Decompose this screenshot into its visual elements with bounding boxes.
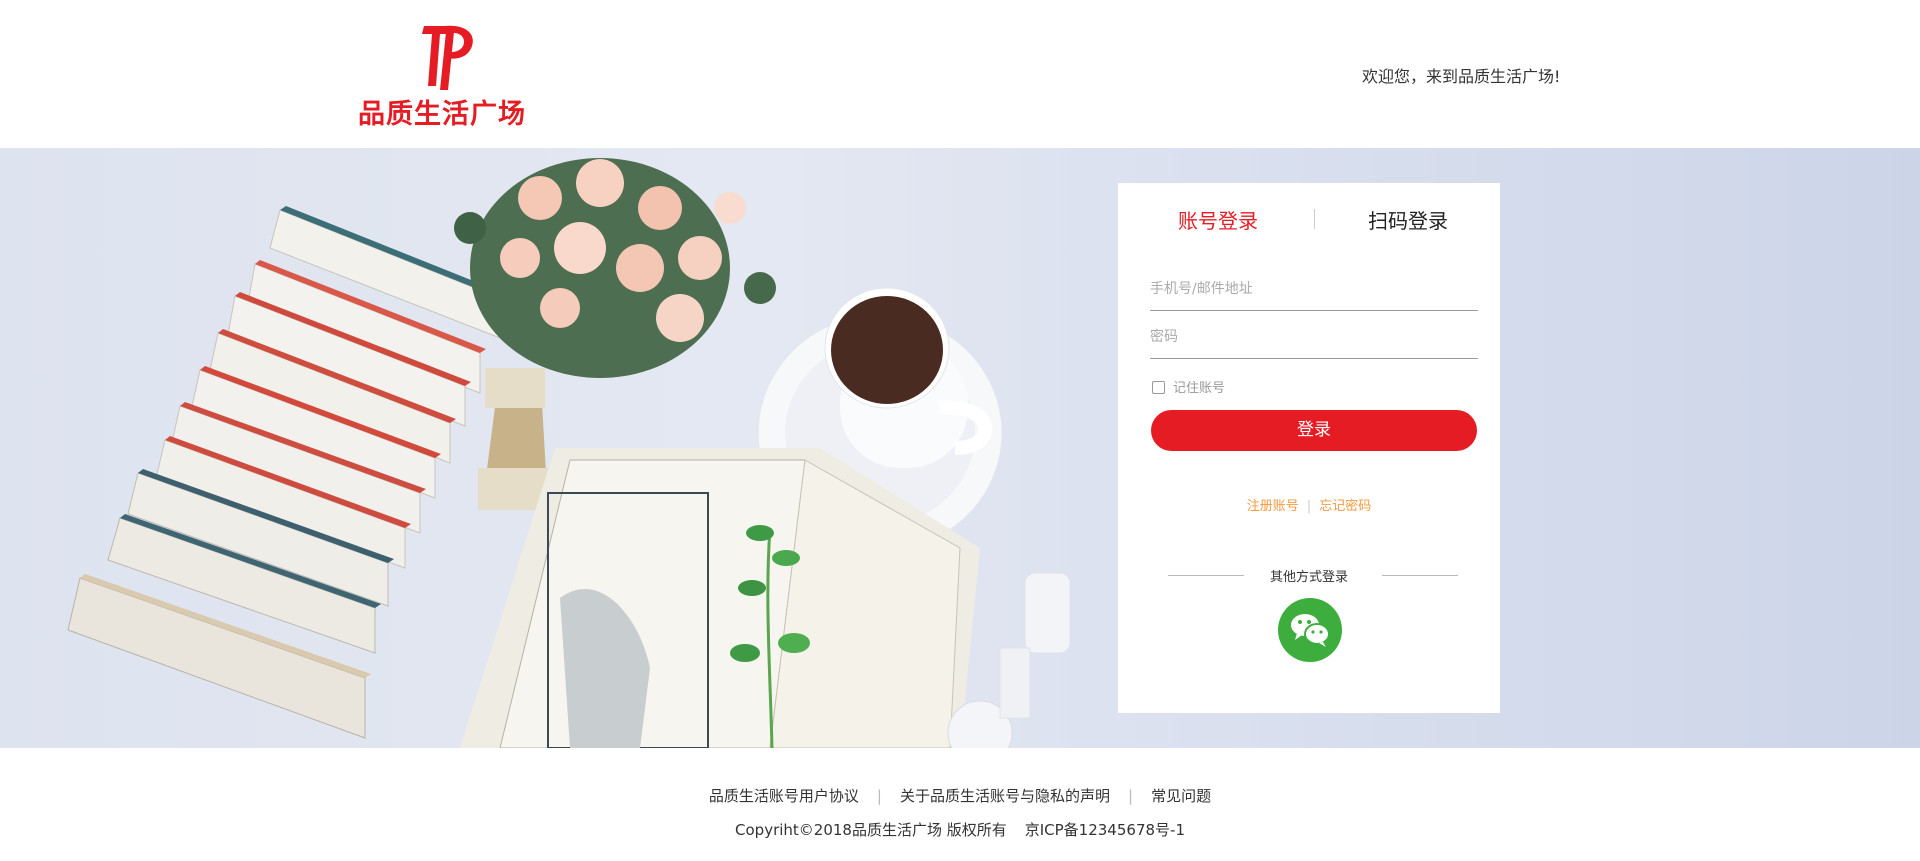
logo-text: 品质生活广场 <box>358 99 526 130</box>
wechat-login-button[interactable] <box>1278 598 1342 662</box>
divider-line-left <box>1168 575 1244 576</box>
tab-divider <box>1314 209 1315 229</box>
footer-link-privacy[interactable]: 关于品质生活账号与隐私的声明 <box>900 787 1110 805</box>
footer-links: 品质生活账号用户协议 | 关于品质生活账号与隐私的声明 | 常见问题 <box>0 785 1920 806</box>
register-link[interactable]: 注册账号 <box>1247 499 1299 514</box>
username-input[interactable] <box>1150 267 1478 310</box>
page-footer: 品质生活账号用户协议 | 关于品质生活账号与隐私的声明 | 常见问题 Copyriht©… <box>0 748 1920 861</box>
divider-line-right <box>1382 575 1458 576</box>
page-header: 品质生活广场 欢迎您，来到品质生活广场! <box>0 0 1920 148</box>
login-card: 账号登录 扫码登录 记住账号 登录 注册账号 | 忘记密码 其他方式登录 <box>1118 183 1500 713</box>
username-field <box>1150 267 1478 311</box>
password-input[interactable] <box>1150 315 1478 358</box>
login-button[interactable]: 登录 <box>1151 410 1477 451</box>
icp-text: 京ICP备12345678号-1 <box>1024 821 1185 839</box>
password-field <box>1150 315 1478 359</box>
remember-checkbox[interactable] <box>1152 381 1165 394</box>
hero-banner <box>0 148 1920 748</box>
footer-link-agreement[interactable]: 品质生活账号用户协议 <box>709 787 859 805</box>
copyright-text: Copyriht©2018品质生活广场 版权所有 <box>735 821 1007 839</box>
wechat-icon <box>1291 614 1330 647</box>
link-separator: | <box>1306 499 1312 514</box>
footer-separator: | <box>876 787 882 805</box>
tab-qr-login[interactable]: 扫码登录 <box>1368 205 1448 234</box>
remember-label: 记住账号 <box>1173 381 1226 396</box>
other-login-methods: 其他方式登录 <box>1118 566 1500 586</box>
forgot-password-link[interactable]: 忘记密码 <box>1319 499 1371 514</box>
banner-image <box>67 158 1071 748</box>
book-stack-image <box>67 206 506 739</box>
pp-logo-icon <box>422 25 473 90</box>
tab-account-login[interactable]: 账号登录 <box>1178 205 1258 234</box>
login-tabs: 账号登录 扫码登录 <box>1118 205 1500 239</box>
site-logo[interactable]: 品质生活广场 <box>358 20 538 132</box>
account-links: 注册账号 | 忘记密码 <box>1118 495 1500 514</box>
other-login-label: 其他方式登录 <box>1269 570 1348 585</box>
remember-account[interactable]: 记住账号 <box>1152 377 1226 396</box>
footer-link-faq[interactable]: 常见问题 <box>1151 787 1211 805</box>
copyright-line: Copyriht©2018品质生活广场 版权所有 京ICP备12345678号-1 <box>0 819 1920 840</box>
footer-separator: | <box>1128 787 1134 805</box>
welcome-text: 欢迎您，来到品质生活广场! <box>1362 67 1561 86</box>
